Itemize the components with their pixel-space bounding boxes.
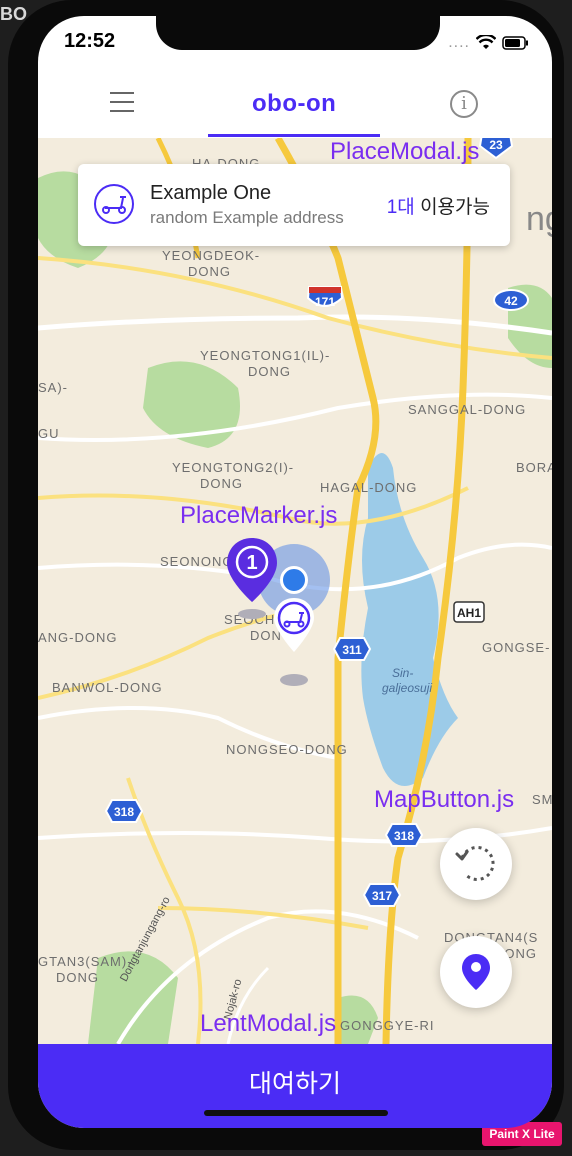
hamburger-icon[interactable] [110,92,134,114]
place-scooter-icon [94,184,134,224]
map-label: YEONGTONG2(I)- [172,460,295,475]
refresh-button[interactable] [440,828,512,900]
app-header: obo-on i [38,68,552,138]
route-shield-label: 42 [504,294,518,308]
route-shield-label: 318 [394,829,414,843]
route-shield-icon: 23 [478,138,514,160]
map-label: SANGGAL-DONG [408,402,527,417]
place-availability: 1대 이용가능 [387,192,490,219]
phone-frame: 12:52 .... obo-on i YEONGDEOK- DONG YEON… [8,0,564,1150]
home-indicator [204,1110,388,1116]
route-shield-icon: 311 [332,637,372,661]
marker-shadow [280,674,308,686]
refresh-icon [455,845,495,881]
place-modal[interactable]: Example One random Example address 1대 이용… [78,164,510,246]
user-location-dot [280,566,308,594]
availability-status: 이용가능 [420,197,490,218]
map-label: SA)- [38,380,68,395]
notch [156,16,440,50]
route-shield-label: 317 [372,889,392,903]
map-label: SEONONG [160,554,234,569]
map-label: GONGSE- [482,640,551,655]
scooter-marker-pin[interactable] [272,596,318,690]
place-address: random Example address [150,208,344,227]
status-icons: .... [448,34,530,52]
map-label: DONG [56,970,99,985]
map-label: YEONGDEOK- [162,248,261,263]
route-shield-icon: 42 [493,289,529,311]
annotation-map-button: MapButton.js [374,786,515,813]
route-shield-label: 171 [315,295,335,309]
map-label: GU [38,426,60,441]
route-shield-icon: 318 [384,823,424,847]
battery-icon [502,36,528,50]
map-label: Sin- [392,666,414,680]
route-shield-label: 23 [489,138,503,152]
map-label: GONGGYE-RI [340,1018,435,1033]
route-shield-label: 311 [342,643,362,657]
status-time: 12:52 [64,30,116,52]
route-shield-label: 318 [114,805,134,819]
cellular-signal: .... [448,34,470,51]
route-shield-icon: AH1 [453,601,485,623]
wifi-icon [476,35,496,49]
map-label: SMA [532,792,552,807]
route-shield-label: AH1 [457,606,481,620]
map-label: BANWOL-DONG [52,680,163,695]
my-location-button[interactable] [440,936,512,1008]
route-shield-icon: 317 [362,883,402,907]
annotation-place-marker: PlaceMarker.js [180,502,338,529]
info-icon[interactable]: i [450,90,478,118]
map-view[interactable]: HA-DONG YEONGDEOK- DONG YEONGTONG1(IL)- … [38,138,552,1044]
map-label: HAGAL-DONG [320,480,418,495]
location-pin-icon [462,954,490,990]
route-shield-icon: 171 [306,286,344,309]
scooter-icon [102,196,126,214]
place-marker-count: 1 [246,552,257,574]
map-label: YEONGTONG1(IL)- [200,348,331,363]
map-label: DONG [188,264,231,279]
annotation-lent-modal: LentModal.js [200,1010,337,1037]
map-label: ANG-DONG [38,630,118,645]
map-label: DONG [248,364,291,379]
app-logo: obo-on [252,90,337,117]
map-label: galjeosuji [382,681,433,695]
map-label: DONG [200,476,243,491]
place-name: Example One [150,182,272,204]
route-shield-icon: 318 [104,799,144,823]
map-label: ng [526,200,552,238]
app-screen: 12:52 .... obo-on i YEONGDEOK- DONG YEON… [38,16,552,1128]
marker-shadow [238,609,266,619]
map-label: NONGSEO-DONG [226,742,348,757]
logo-tab-indicator [208,134,380,137]
annotation-place-modal: PlaceModal.js [330,138,480,165]
map-label: GTAN3(SAM)- [38,954,133,969]
available-count: 1대 [386,197,415,218]
map-label: BORA [516,460,552,475]
